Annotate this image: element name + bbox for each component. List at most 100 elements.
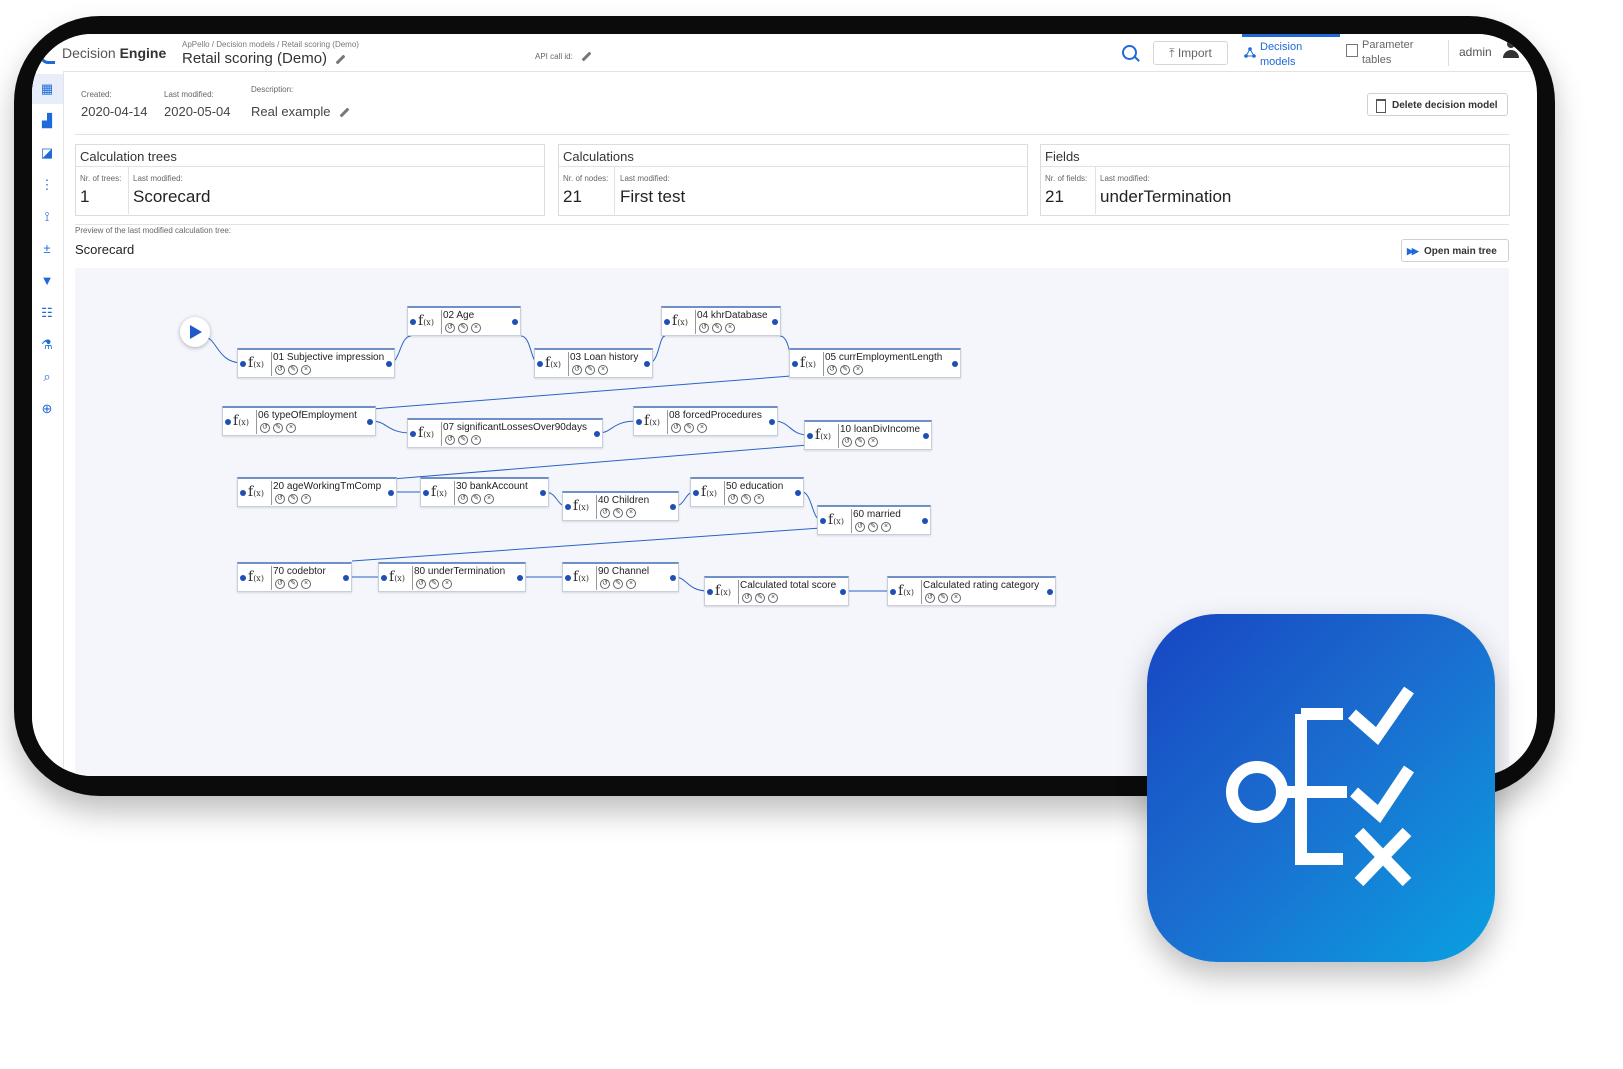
edit-icon[interactable]: ✎ xyxy=(741,494,751,504)
breadcrumb[interactable]: ApPello / Decision models / Retail scori… xyxy=(182,40,359,49)
tree-node[interactable]: f(x) 50 education ↺ ✎ × xyxy=(690,477,804,507)
output-port-icon[interactable] xyxy=(840,589,846,595)
output-port-icon[interactable] xyxy=(952,361,958,367)
edit-icon[interactable]: ✎ xyxy=(684,423,694,433)
input-port-icon[interactable] xyxy=(240,490,246,496)
output-port-icon[interactable] xyxy=(670,575,676,581)
delete-icon[interactable]: × xyxy=(697,423,707,433)
test-icon[interactable]: ↺ xyxy=(275,579,285,589)
output-port-icon[interactable] xyxy=(769,419,775,425)
input-port-icon[interactable] xyxy=(664,319,670,325)
tree-node[interactable]: f(x) 10 loanDivIncome ↺ ✎ × xyxy=(804,420,932,450)
edit-icon[interactable]: ✎ xyxy=(868,522,878,532)
panel-calculation-trees[interactable]: Calculation trees Nr. of trees: Last mod… xyxy=(75,144,545,216)
output-port-icon[interactable] xyxy=(343,575,349,581)
input-port-icon[interactable] xyxy=(807,433,813,439)
test-icon[interactable]: ↺ xyxy=(855,522,865,532)
edit-icon[interactable]: ✎ xyxy=(288,365,298,375)
edit-icon[interactable]: ✎ xyxy=(855,437,865,447)
output-port-icon[interactable] xyxy=(386,361,392,367)
output-port-icon[interactable] xyxy=(512,319,518,325)
search-icon[interactable] xyxy=(1122,45,1137,60)
tree-node[interactable]: f(x) Calculated rating category ↺ ✎ × xyxy=(887,576,1056,606)
tree-node[interactable]: f(x) 70 codebtor ↺ ✎ × xyxy=(237,562,352,592)
input-port-icon[interactable] xyxy=(240,361,246,367)
output-port-icon[interactable] xyxy=(923,433,929,439)
output-port-icon[interactable] xyxy=(644,361,650,367)
test-icon[interactable]: ↺ xyxy=(260,423,270,433)
output-port-icon[interactable] xyxy=(795,490,801,496)
input-port-icon[interactable] xyxy=(565,575,571,581)
test-icon[interactable]: ↺ xyxy=(600,579,610,589)
input-port-icon[interactable] xyxy=(890,589,896,595)
tree-node[interactable]: f(x) 07 significantLossesOver90days ↺ ✎ × xyxy=(407,418,603,448)
edit-api-icon[interactable] xyxy=(581,51,592,62)
nav-decision-models[interactable]: Decision models xyxy=(1242,34,1340,71)
delete-icon[interactable]: × xyxy=(442,579,452,589)
edit-icon[interactable]: ✎ xyxy=(288,579,298,589)
panel-calculations[interactable]: Calculations Nr. of nodes: Last modified… xyxy=(558,144,1028,216)
search-icon[interactable]: ⌕ xyxy=(40,370,54,384)
delete-icon[interactable]: × xyxy=(754,494,764,504)
output-port-icon[interactable] xyxy=(388,490,394,496)
delete-icon[interactable]: × xyxy=(471,323,481,333)
input-port-icon[interactable] xyxy=(636,419,642,425)
tree-node[interactable]: f(x) 80 underTermination ↺ ✎ × xyxy=(378,562,526,592)
edit-icon[interactable]: ✎ xyxy=(712,323,722,333)
delete-icon[interactable]: × xyxy=(951,593,961,603)
delete-icon[interactable]: × xyxy=(868,437,878,447)
test-icon[interactable]: ↺ xyxy=(275,365,285,375)
tree-node[interactable]: f(x) 02 Age ↺ ✎ × xyxy=(407,306,521,336)
delete-icon[interactable]: × xyxy=(301,579,311,589)
test-icon[interactable]: ↺ xyxy=(671,423,681,433)
output-port-icon[interactable] xyxy=(922,518,928,524)
edit-icon[interactable]: ✎ xyxy=(585,365,595,375)
delete-icon[interactable]: × xyxy=(768,593,778,603)
user-avatar-icon[interactable] xyxy=(1502,40,1520,60)
delete-icon[interactable]: × xyxy=(881,522,891,532)
input-port-icon[interactable] xyxy=(225,419,231,425)
input-port-icon[interactable] xyxy=(792,361,798,367)
input-port-icon[interactable] xyxy=(820,518,826,524)
input-port-icon[interactable] xyxy=(381,575,387,581)
delete-icon[interactable]: × xyxy=(471,435,481,445)
delete-icon[interactable]: × xyxy=(853,365,863,375)
output-port-icon[interactable] xyxy=(772,319,778,325)
tree-node[interactable]: f(x) 30 bankAccount ↺ ✎ × xyxy=(420,477,549,507)
edit-icon[interactable]: ✎ xyxy=(458,323,468,333)
edit-title-icon[interactable] xyxy=(335,54,346,64)
flask-icon[interactable]: ⚗ xyxy=(40,338,54,352)
delete-icon[interactable]: × xyxy=(626,508,636,518)
tree-node[interactable]: f(x) 05 currEmploymentLength ↺ ✎ × xyxy=(789,348,961,378)
input-port-icon[interactable] xyxy=(707,589,713,595)
input-port-icon[interactable] xyxy=(423,490,429,496)
edit-icon[interactable]: ✎ xyxy=(458,435,468,445)
input-port-icon[interactable] xyxy=(410,319,416,325)
edit-icon[interactable]: ✎ xyxy=(429,579,439,589)
output-port-icon[interactable] xyxy=(594,431,600,437)
edit-icon[interactable]: ✎ xyxy=(288,494,298,504)
test-icon[interactable]: ↺ xyxy=(600,508,610,518)
zoom-icon[interactable]: ⊕ xyxy=(40,402,54,416)
output-port-icon[interactable] xyxy=(670,504,676,510)
nav-parameter-tables[interactable]: Parameter tables xyxy=(1344,34,1444,71)
edit-icon[interactable]: ✎ xyxy=(273,423,283,433)
tree-start-node[interactable] xyxy=(180,317,210,347)
user-name[interactable]: admin xyxy=(1459,45,1492,59)
import-button[interactable]: ⤒ Import xyxy=(1153,41,1228,65)
tree-node[interactable]: f(x) 08 forcedProcedures ↺ ✎ × xyxy=(633,406,778,436)
output-port-icon[interactable] xyxy=(517,575,523,581)
tree-node[interactable]: f(x) 40 Children ↺ ✎ × xyxy=(562,491,679,521)
test-icon[interactable]: ↺ xyxy=(728,494,738,504)
edit-icon[interactable]: ✎ xyxy=(840,365,850,375)
tree-icon[interactable]: ⟟ xyxy=(40,210,54,224)
open-main-tree-button[interactable]: ▶▶ Open main tree xyxy=(1401,239,1509,262)
edit-icon[interactable]: ✎ xyxy=(755,593,765,603)
tree-node[interactable]: f(x) 90 Channel ↺ ✎ × xyxy=(562,562,679,592)
edit-icon[interactable]: ✎ xyxy=(471,494,481,504)
delete-icon[interactable]: × xyxy=(301,494,311,504)
delete-icon[interactable]: × xyxy=(484,494,494,504)
input-port-icon[interactable] xyxy=(537,361,543,367)
delete-decision-model-button[interactable]: Delete decision model xyxy=(1367,93,1508,116)
tree-node[interactable]: f(x) 04 khrDatabase ↺ ✎ × xyxy=(661,306,781,336)
